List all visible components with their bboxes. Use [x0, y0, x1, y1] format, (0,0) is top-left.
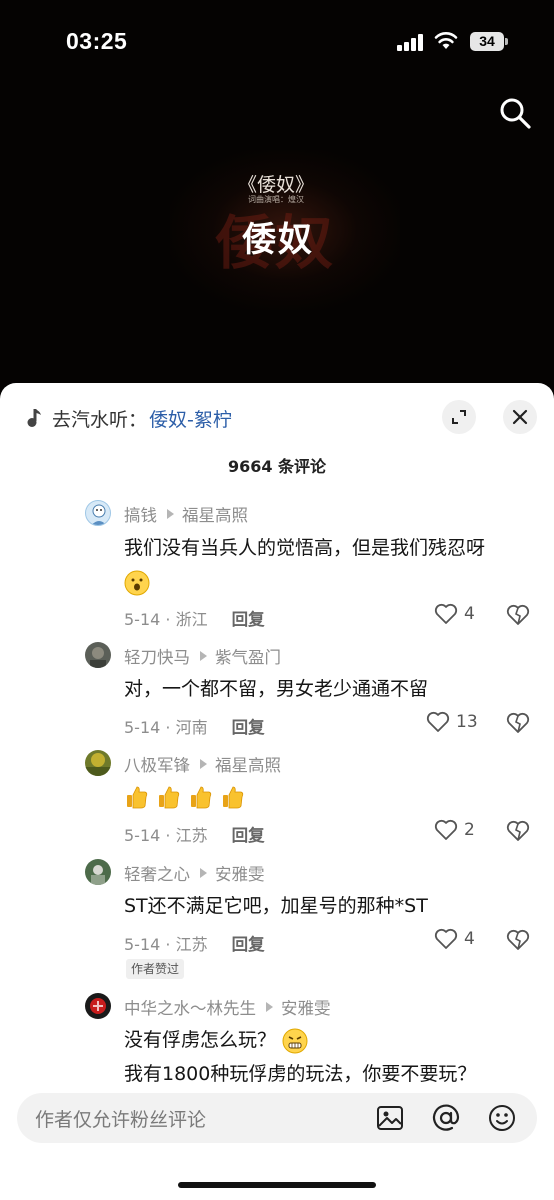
dislike-button[interactable] [506, 929, 530, 955]
like-button[interactable]: 4 [434, 928, 475, 950]
comment-input-placeholder: 作者仅允许粉丝评论 [35, 1109, 207, 1131]
reply-to-username[interactable]: 安雅雯 [215, 861, 265, 885]
comment-username[interactable]: 八极军锋 [124, 752, 190, 776]
like-button[interactable]: 2 [434, 819, 475, 841]
heart-icon [434, 603, 458, 624]
comment-meta: 轻奢之心 安雅雯 [124, 861, 265, 885]
heart-icon [434, 819, 458, 840]
dislike-button[interactable] [506, 712, 530, 738]
comment-info: 5-14 · 江苏 回复 [124, 931, 265, 955]
broken-heart-icon [506, 820, 530, 841]
reply-button[interactable]: 回复 [232, 931, 265, 955]
comment-username[interactable]: 搞钱 [124, 502, 157, 526]
comment-meta: 中华之水～林先生 安雅雯 [124, 995, 331, 1019]
broken-heart-icon [506, 929, 530, 950]
comment-info: 5-14 · 浙江 回复 [124, 606, 265, 630]
comment-username[interactable]: 轻奢之心 [124, 861, 190, 885]
comment-meta: 轻刀快马 紫气盈门 [124, 644, 281, 668]
like-count: 4 [464, 929, 475, 949]
reply-to-username[interactable]: 福星高照 [182, 502, 248, 526]
wow-face-emoji [124, 570, 150, 595]
reply-arrow-icon [200, 868, 207, 878]
music-prefix: 去汽水听： [52, 408, 148, 431]
comment-text: 没有俘虏怎么玩？ [124, 1029, 277, 1051]
reply-button[interactable]: 回复 [232, 606, 265, 630]
comment-sheet: 去汽水听： 倭奴-絮柠 9664 条评论 搞钱 福星高照 我们没有当兵人的觉悟高 [0, 383, 554, 1200]
avatar[interactable] [85, 993, 111, 1019]
thumbs-up-emoji [159, 786, 180, 808]
comment-text: 我们没有当兵人的觉悟高，但是我们残忍呀 [124, 537, 486, 559]
reply-button[interactable]: 回复 [232, 714, 265, 738]
dislike-button[interactable] [506, 820, 530, 846]
search-icon[interactable] [498, 96, 532, 130]
reply-to-username[interactable]: 安雅雯 [281, 995, 331, 1019]
like-count: 13 [456, 712, 478, 732]
author-liked-badge: 作者赞过 [126, 959, 185, 979]
broken-heart-icon [506, 712, 530, 733]
expand-button[interactable] [442, 400, 476, 434]
reply-arrow-icon [266, 1002, 273, 1012]
music-note-icon [27, 409, 41, 427]
comment-username[interactable]: 轻刀快马 [124, 644, 190, 668]
reply-to-username[interactable]: 紫气盈门 [215, 644, 281, 668]
status-time: 03:25 [66, 28, 128, 54]
comment-count: 9664 条评论 [227, 457, 327, 476]
avatar[interactable] [85, 500, 111, 526]
reply-arrow-icon [200, 759, 207, 769]
video-title-large: 倭奴 [242, 220, 314, 260]
comment-text: ST还不满足它吧，加星号的那种*ST [124, 895, 428, 917]
expand-icon [452, 410, 466, 424]
comment-meta: 搞钱 福星高照 [124, 502, 248, 526]
heart-icon [434, 928, 458, 949]
avatar[interactable] [85, 859, 111, 885]
comment-emoji-line [124, 565, 150, 599]
video-credit: 词曲演唱：煌汉 [248, 195, 304, 204]
avatar[interactable] [85, 750, 111, 776]
reply-to-username[interactable]: 福星高照 [215, 752, 281, 776]
thumbs-up-emoji [127, 786, 148, 808]
thumbs-up-emoji [191, 786, 212, 808]
comment-meta: 八极军锋 福星高照 [124, 752, 281, 776]
home-indicator[interactable] [178, 1182, 376, 1188]
dislike-button[interactable] [506, 604, 530, 630]
status-bar: 03:25 34 [0, 0, 554, 80]
video-title-small: 《倭奴》 [237, 174, 314, 196]
comment-date-location: 5-14 · 江苏 [124, 826, 208, 845]
comment-username[interactable]: 中华之水～林先生 [124, 995, 256, 1019]
comment-date-location: 5-14 · 江苏 [124, 935, 208, 954]
like-button[interactable]: 13 [426, 711, 478, 733]
reply-arrow-icon [167, 509, 174, 519]
thumbs-up-emoji [223, 786, 244, 808]
comment-info: 5-14 · 河南 回复 [124, 714, 265, 738]
reply-button[interactable]: 回复 [232, 822, 265, 846]
grimace-face-emoji [282, 1028, 308, 1053]
battery-icon: 34 [470, 32, 504, 51]
comment-text-line2: 我有1800种玩俘虏的玩法，你要不要玩？ [124, 1063, 477, 1085]
like-count: 4 [464, 604, 475, 624]
comment-date-location: 5-14 · 河南 [124, 718, 208, 737]
music-song-link[interactable]: 倭奴-絮柠 [149, 405, 232, 432]
heart-icon [426, 711, 450, 732]
close-button[interactable] [503, 400, 537, 434]
comment-info: 5-14 · 江苏 回复 [124, 822, 265, 846]
emoji-icon[interactable] [487, 1103, 517, 1133]
comment-text: 对，一个都不留，男女老少通通不留 [124, 678, 429, 700]
broken-heart-icon [506, 604, 530, 625]
cellular-signal-icon [397, 33, 425, 51]
music-link[interactable]: 去汽水听： 倭奴-絮柠 [26, 405, 232, 431]
at-icon[interactable] [431, 1103, 461, 1133]
close-icon [512, 409, 528, 425]
like-button[interactable]: 4 [434, 603, 475, 625]
comment-text-line: 没有俘虏怎么玩？ [124, 1023, 308, 1057]
battery-tip [505, 38, 508, 45]
like-count: 2 [464, 820, 475, 840]
image-icon[interactable] [375, 1103, 405, 1133]
avatar[interactable] [85, 642, 111, 668]
comment-date-location: 5-14 · 浙江 [124, 610, 208, 629]
wifi-icon [434, 30, 458, 50]
comment-emoji-line [124, 779, 246, 813]
reply-arrow-icon [200, 651, 207, 661]
comment-input[interactable]: 作者仅允许粉丝评论 [17, 1093, 537, 1143]
